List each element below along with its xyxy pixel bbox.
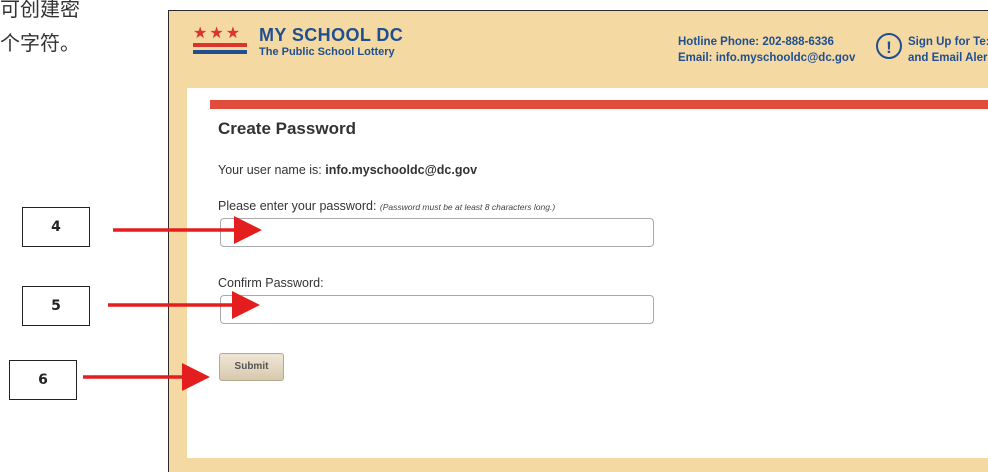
signup-line-1: Sign Up for Te:	[908, 36, 988, 48]
page-title: Create Password	[218, 119, 356, 138]
signup-line-2: and Email Aler	[908, 52, 988, 64]
annotation-box-4: 4	[22, 207, 90, 247]
logo-title[interactable]: MY SCHOOL DC	[259, 25, 403, 46]
username-prefix: Your user name is:	[218, 163, 322, 177]
site-header: ★ ★ ★ MY SCHOOL DC The Public School Lotte…	[169, 11, 988, 86]
contact-info: Hotline Phone: 202-888-6336 Email: info.…	[678, 34, 855, 66]
document-text-line: 可创建密	[0, 0, 80, 21]
email-text[interactable]: Email: info.myschooldc@dc.gov	[678, 50, 855, 66]
document-text: 可创建密 个字符。	[0, 0, 150, 60]
exclamation-circle-icon[interactable]: !	[876, 33, 902, 59]
annotation-box-5: 5	[22, 286, 90, 326]
password-hint: (Password must be at least 8 characters …	[379, 202, 556, 212]
confirm-password-label: Confirm Password:	[218, 276, 324, 290]
submit-button[interactable]: Submit	[219, 353, 284, 381]
logo-subtitle: The Public School Lottery	[259, 46, 395, 58]
logo-stars-icon: ★ ★ ★	[193, 25, 241, 42]
password-input[interactable]	[220, 218, 654, 247]
annotation-box-6: 6	[9, 360, 77, 400]
password-label: Please enter your password: (Password mu…	[218, 199, 555, 213]
content-panel	[187, 88, 988, 458]
logo-flag-icon	[193, 43, 247, 57]
username-line: Your user name is: info.myschooldc@dc.go…	[218, 163, 477, 177]
confirm-password-input[interactable]	[220, 295, 654, 324]
signup-alerts-link[interactable]: Sign Up for Te: and Email Aler	[908, 34, 988, 66]
username-value: info.myschooldc@dc.gov	[325, 163, 478, 177]
password-label-text: Please enter your password:	[218, 199, 377, 213]
hotline-text: Hotline Phone: 202-888-6336	[678, 36, 834, 48]
accent-bar	[210, 100, 988, 109]
document-text-line: 个字符。	[0, 31, 80, 55]
